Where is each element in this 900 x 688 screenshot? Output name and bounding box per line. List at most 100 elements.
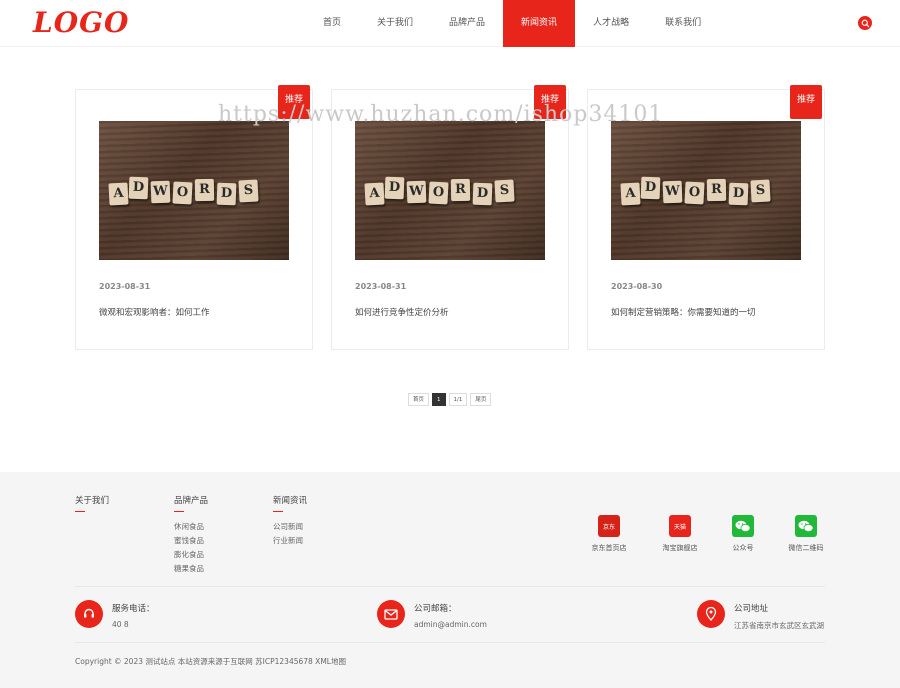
logo[interactable]: LOGO [33,6,129,39]
main-nav: 首页 关于我们 品牌产品 新闻资讯 人才战略 联系我们 [305,0,719,47]
divider [174,511,184,512]
news-thumbnail[interactable]: ADWORDS [355,121,545,260]
footer-column-news: 新闻资讯 公司新闻 行业新闻 [273,494,307,548]
jd-icon: 京东 [598,515,620,537]
scrabble-tile: A [620,182,641,206]
wechat-icon [732,515,754,537]
scrabble-tile: R [194,178,215,202]
page-1-button[interactable]: 1 [432,393,446,406]
news-date: 2023-08-30 [611,282,663,291]
header: LOGO 首页 关于我们 品牌产品 新闻资讯 人才战略 联系我们 [0,0,900,47]
footer-link[interactable]: 行业新闻 [273,534,307,548]
social-label: 淘宝旗舰店 [662,544,698,552]
social-label: 微信二维码 [788,544,824,552]
scrabble-tile: S [750,179,771,203]
contact-value[interactable]: admin@admin.com [414,620,487,629]
pagination: 首页 1 1/1 尾页 [408,393,492,406]
nav-item-contact[interactable]: 联系我们 [647,0,719,47]
scrabble-tile: D [128,176,149,200]
footer-column-title[interactable]: 关于我们 [75,494,109,506]
scrabble-tile: D [728,182,749,206]
nav-item-products[interactable]: 品牌产品 [431,0,503,47]
scrabble-tile: S [238,179,259,203]
scrabble-tile: R [706,178,727,202]
scrabble-tile: W [662,180,683,204]
contact-email: 公司邮箱： admin@admin.com [377,600,487,629]
footer-link[interactable]: 蜜饯食品 [174,534,208,548]
first-page-button[interactable]: 首页 [408,393,430,406]
contact-title: 服务电话： [112,604,155,614]
scrabble-tile: A [364,182,385,206]
footer-divider [75,586,825,587]
recommend-badge: 推荐 [278,85,310,119]
scrabble-tile: O [684,181,705,205]
divider [273,511,283,512]
contact-title: 公司地址 [734,604,769,614]
footer-column-title[interactable]: 新闻资讯 [273,494,307,506]
search-icon [861,19,869,27]
headset-icon [75,600,103,628]
tmall-icon: 天猫 [669,515,691,537]
footer-link[interactable]: 膨化食品 [174,548,208,562]
nav-item-home[interactable]: 首页 [305,0,359,47]
location-icon [697,600,725,628]
nav-item-talent[interactable]: 人才战略 [575,0,647,47]
scrabble-tile: D [640,176,661,200]
news-date: 2023-08-31 [355,282,407,291]
scrabble-tile: D [472,182,493,206]
news-title[interactable]: 如何制定营销策略：你需要知道的一切 [611,306,756,318]
social-label: 公众号 [732,544,754,552]
contact-value: 江苏省南京市玄武区玄武湖 [734,621,824,630]
scrabble-tile: O [172,181,193,205]
nav-item-about[interactable]: 关于我们 [359,0,431,47]
contact-title: 公司邮箱： [414,604,457,614]
copyright: Copyright © 2023 测试站点 本站资源来源于互联网 苏ICP123… [75,657,346,666]
news-title[interactable]: 如何进行竞争性定价分析 [355,306,449,318]
footer-link[interactable]: 糖果食品 [174,562,208,576]
search-button[interactable] [858,16,872,30]
footer-link[interactable]: 公司新闻 [273,520,307,534]
footer-column-title[interactable]: 品牌产品 [174,494,208,506]
social-wechat-qr[interactable]: 微信二维码 [776,515,836,553]
footer-column-about: 关于我们 [75,494,109,520]
wechat-icon [795,515,817,537]
mail-icon [377,600,405,628]
page-count: 1/1 [448,393,468,406]
nav-item-news[interactable]: 新闻资讯 [503,0,576,47]
footer: 关于我们 品牌产品 休闲食品 蜜饯食品 膨化食品 糖果食品 新闻资讯 公司新闻 … [0,472,900,688]
scrabble-tile: O [428,181,449,205]
scrabble-tile: W [406,180,427,204]
news-card[interactable]: ADWORDS 推荐 2023-08-31 微观和宏观影响者：如何工作 [75,85,313,350]
scrabble-tile: S [494,179,515,203]
scrabble-tiles: ADWORDS [99,173,289,207]
social-jd[interactable]: 京东 京东首页店 [579,515,639,553]
scrabble-tile: D [216,182,237,206]
footer-divider [75,642,825,643]
scrabble-tiles: ADWORDS [611,173,801,207]
scrabble-tile: R [450,178,471,202]
footer-link[interactable]: 休闲食品 [174,520,208,534]
recommend-badge: 推荐 [534,85,566,119]
scrabble-tile: D [384,176,405,200]
last-page-button[interactable]: 尾页 [470,393,492,406]
news-title[interactable]: 微观和宏观影响者：如何工作 [99,306,210,318]
social-label: 京东首页店 [591,544,627,552]
news-thumbnail[interactable]: ADWORDS [611,121,801,260]
scrabble-tile: A [108,182,129,206]
news-thumbnail[interactable]: ADWORDS [99,121,289,260]
news-card[interactable]: ADWORDS 推荐 2023-08-30 如何制定营销策略：你需要知道的一切 [587,85,825,350]
divider [75,511,85,512]
footer-column-products: 品牌产品 休闲食品 蜜饯食品 膨化食品 糖果食品 [174,494,208,576]
contact-value[interactable]: 40 8 [112,620,155,629]
recommend-badge: 推荐 [790,85,822,119]
news-list: ADWORDS 推荐 2023-08-31 微观和宏观影响者：如何工作 ADWO… [75,85,825,350]
contact-address: 公司地址 江苏省南京市玄武区玄武湖 [697,600,824,631]
page: LOGO 首页 关于我们 品牌产品 新闻资讯 人才战略 联系我们 ADWORDS… [0,0,900,688]
social-tmall[interactable]: 天猫 淘宝旗舰店 [650,515,710,553]
contact-phone: 服务电话： 40 8 [75,600,155,629]
news-date: 2023-08-31 [99,282,151,291]
scrabble-tile: W [150,180,171,204]
scrabble-tiles: ADWORDS [355,173,545,207]
news-card[interactable]: ADWORDS 推荐 2023-08-31 如何进行竞争性定价分析 [331,85,569,350]
social-official-account[interactable]: 公众号 [713,515,773,553]
